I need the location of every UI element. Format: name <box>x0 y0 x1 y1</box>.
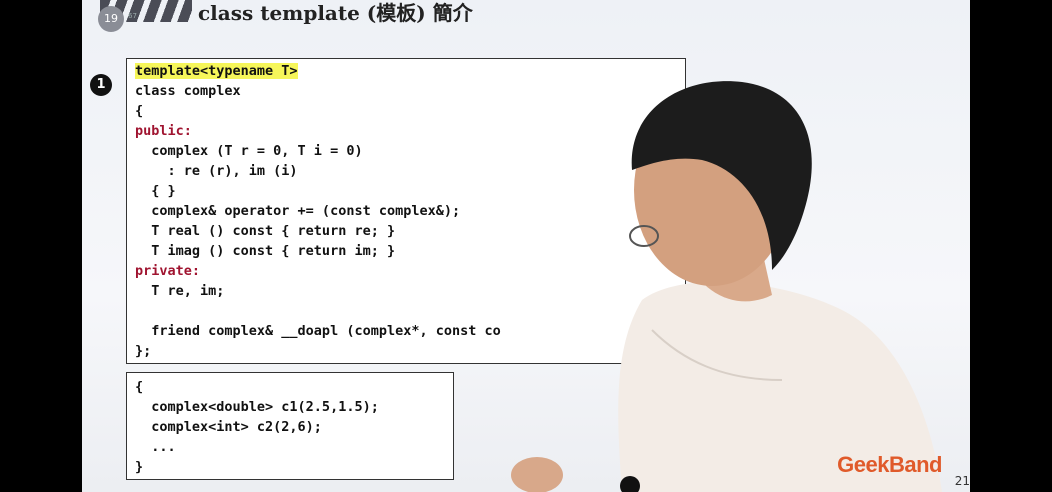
code-text: : re (r), im (i) <box>135 163 298 179</box>
code-line-4: public: <box>135 121 192 141</box>
code-text: class complex <box>135 83 241 99</box>
code-line-2: complex<double> c1(2.5,1.5); <box>135 397 379 417</box>
page-badge: 19 <box>98 6 124 32</box>
code-line-11: private: <box>135 261 200 281</box>
code-line-3: complex<int> c2(2,6); <box>135 417 322 437</box>
code-text: complex (T r = 0, T i = 0) <box>135 143 363 159</box>
code-line-5: complex (T r = 0, T i = 0) <box>135 141 363 161</box>
code-text: T re, im; <box>135 283 225 299</box>
code-text: friend complex& __doapl (complex*, const… <box>135 323 501 339</box>
code-line-14: friend complex& __doapl (complex*, const… <box>135 321 501 341</box>
code-text: public: <box>135 123 192 139</box>
code-text: template<typename T> <box>135 63 298 79</box>
code-line-12: T re, im; <box>135 281 224 301</box>
code-line-10: T imag () const { return im; } <box>135 241 395 261</box>
usage-code-box: { complex<double> c1(2.5,1.5); complex<i… <box>126 372 454 480</box>
code-text: { } <box>135 183 176 199</box>
code-line-1: { <box>135 377 143 397</box>
page-small-number: 67 <box>128 12 137 20</box>
code-text: T imag () const { return im; } <box>135 243 396 259</box>
class-template-code-box: template<typename T> class complex { pub… <box>126 58 686 364</box>
code-text: complex<int> c2(2,6); <box>135 419 322 435</box>
code-line-9: T real () const { return re; } <box>135 221 395 241</box>
code-line-5: } <box>135 457 143 477</box>
slide: 19 67 class template (模板) 簡介 1 template<… <box>82 0 970 492</box>
code-line-2: class complex <box>135 81 241 101</box>
code-text: complex<double> c1(2.5,1.5); <box>135 399 379 415</box>
code-text: ... <box>135 439 176 455</box>
step-marker: 1 <box>90 74 112 96</box>
brand-logo: GeekBand <box>837 452 942 477</box>
slide-number: 21 <box>954 474 970 488</box>
code-text: }; <box>135 343 152 359</box>
code-text: private: <box>135 263 201 279</box>
code-text: complex& operator += (const complex&); <box>135 203 461 219</box>
code-line-15: }; <box>135 341 151 361</box>
code-text: T real () const { return re; } <box>135 223 396 239</box>
code-line-1: template<typename T> <box>135 61 298 81</box>
code-line-4: ... <box>135 437 176 457</box>
code-line-8: complex& operator += (const complex&); <box>135 201 460 221</box>
code-line-6: : re (r), im (i) <box>135 161 298 181</box>
slide-title: class template (模板) 簡介 <box>198 1 473 25</box>
code-line-3: { <box>135 101 143 121</box>
code-line-7: { } <box>135 181 176 201</box>
code-text: { <box>135 379 144 395</box>
code-text: } <box>135 459 144 475</box>
code-text: { <box>135 103 144 119</box>
